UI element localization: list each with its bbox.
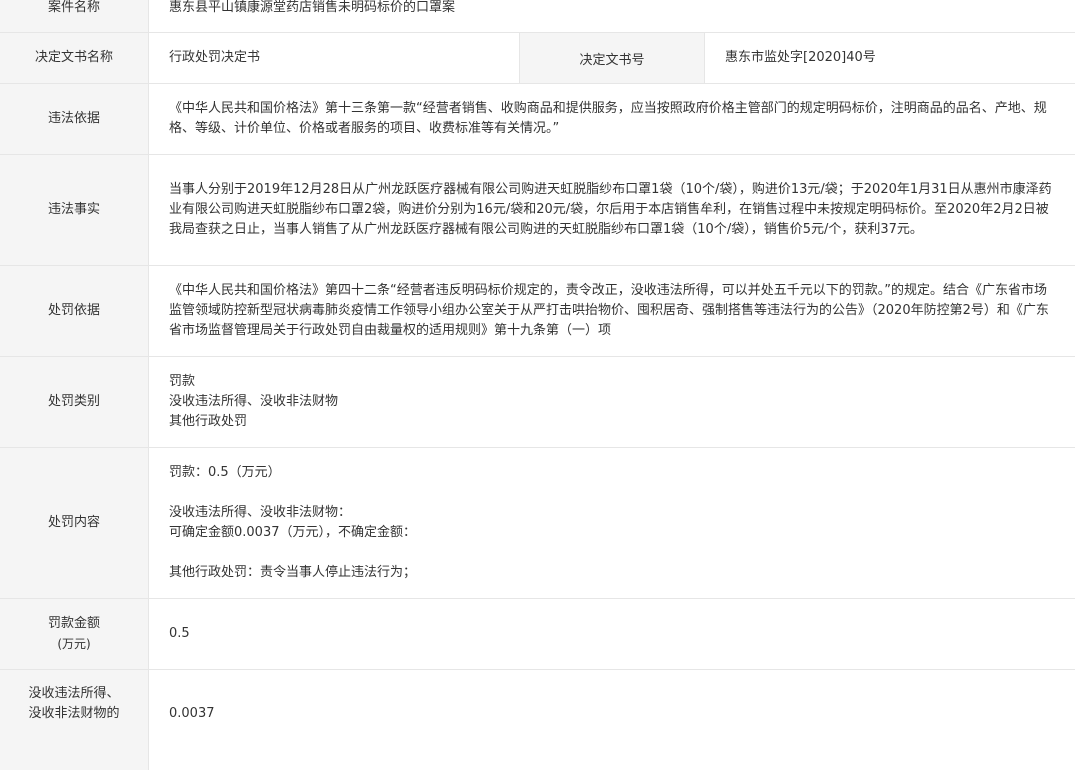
penalty-type-label: 处罚类别	[0, 357, 149, 447]
decision-doc-label: 决定文书名称	[0, 33, 149, 83]
fine-amount-unit: (万元)	[57, 637, 91, 651]
violation-facts-value: 当事人分别于2019年12月28日从广州龙跃医疗器械有限公司购进天虹脱脂纱布口罩…	[169, 182, 1052, 237]
penalty-content-details: 罚款：0.5（万元） 没收违法所得、没收非法财物： 可确定金额0.0037（万元…	[149, 448, 1075, 598]
confiscation-amount-value: 0.0037	[169, 706, 215, 721]
row-penalty-basis: 处罚依据 《中华人民共和国价格法》第四十二条“经营者违反明码标价规定的，责令改正…	[0, 266, 1075, 357]
penalty-basis-label: 处罚依据	[0, 266, 149, 356]
fine-amount-label: 罚款金额 (万元)	[0, 599, 149, 669]
row-case-name: 案件名称 惠东县平山镇康源堂药店销售未明码标价的口罩案	[0, 0, 1075, 33]
penalty-type-item: 没收违法所得、没收非法财物	[169, 394, 339, 409]
row-violation-basis: 违法依据 《中华人民共和国价格法》第十三条第一款“经营者销售、收购商品和提供服务…	[0, 84, 1075, 155]
penalty-info-table: 案件名称 惠东县平山镇康源堂药店销售未明码标价的口罩案 决定文书名称 行政处罚决…	[0, 0, 1075, 770]
penalty-content-fine: 罚款：0.5（万元）	[169, 465, 281, 480]
confiscation-amount-label-line2: 没收非法财物的	[28, 706, 120, 721]
violation-basis-value: 《中华人民共和国价格法》第十三条第一款“经营者销售、收购商品和提供服务，应当按照…	[169, 101, 1047, 136]
confiscation-amount-label: 没收违法所得、 没收非法财物的	[0, 670, 149, 770]
penalty-content-label: 处罚内容	[0, 448, 149, 598]
decision-doc-value: 行政处罚决定书	[169, 50, 261, 65]
row-violation-facts: 违法事实 当事人分别于2019年12月28日从广州龙跃医疗器械有限公司购进天虹脱…	[0, 155, 1075, 266]
row-fine-amount: 罚款金额 (万元) 0.5	[0, 599, 1075, 670]
decision-doc-number-value: 惠东市监处字[2020]40号	[725, 50, 876, 65]
case-name-value: 惠东县平山镇康源堂药店销售未明码标价的口罩案	[169, 0, 456, 15]
row-confiscation-amount: 没收违法所得、 没收非法财物的 0.0037	[0, 670, 1075, 770]
penalty-content-other: 其他行政处罚：责令当事人停止违法行为；	[169, 565, 417, 580]
penalty-type-item: 罚款	[169, 374, 196, 389]
penalty-type-item: 其他行政处罚	[169, 414, 248, 429]
decision-doc-number-label: 决定文书号	[519, 33, 705, 83]
violation-facts-label: 违法事实	[0, 155, 149, 265]
penalty-type-list: 罚款 没收违法所得、没收非法财物 其他行政处罚	[149, 357, 1075, 447]
case-name-label: 案件名称	[0, 0, 149, 32]
penalty-content-confiscation-title: 没收违法所得、没收非法财物：	[169, 505, 352, 520]
confiscation-amount-label-line1: 没收违法所得、	[28, 686, 120, 701]
fine-amount-label-text: 罚款金额	[47, 616, 100, 631]
fine-amount-value: 0.5	[169, 626, 190, 641]
penalty-basis-value: 《中华人民共和国价格法》第四十二条“经营者违反明码标价规定的，责令改正，没收违法…	[169, 283, 1049, 338]
penalty-content-confiscation-amount: 可确定金额0.0037（万元），不确定金额：	[169, 525, 416, 540]
row-penalty-type: 处罚类别 罚款 没收违法所得、没收非法财物 其他行政处罚	[0, 357, 1075, 448]
violation-basis-label: 违法依据	[0, 84, 149, 154]
row-decision-doc: 决定文书名称 行政处罚决定书 决定文书号 惠东市监处字[2020]40号	[0, 33, 1075, 84]
row-penalty-content: 处罚内容 罚款：0.5（万元） 没收违法所得、没收非法财物： 可确定金额0.00…	[0, 448, 1075, 599]
